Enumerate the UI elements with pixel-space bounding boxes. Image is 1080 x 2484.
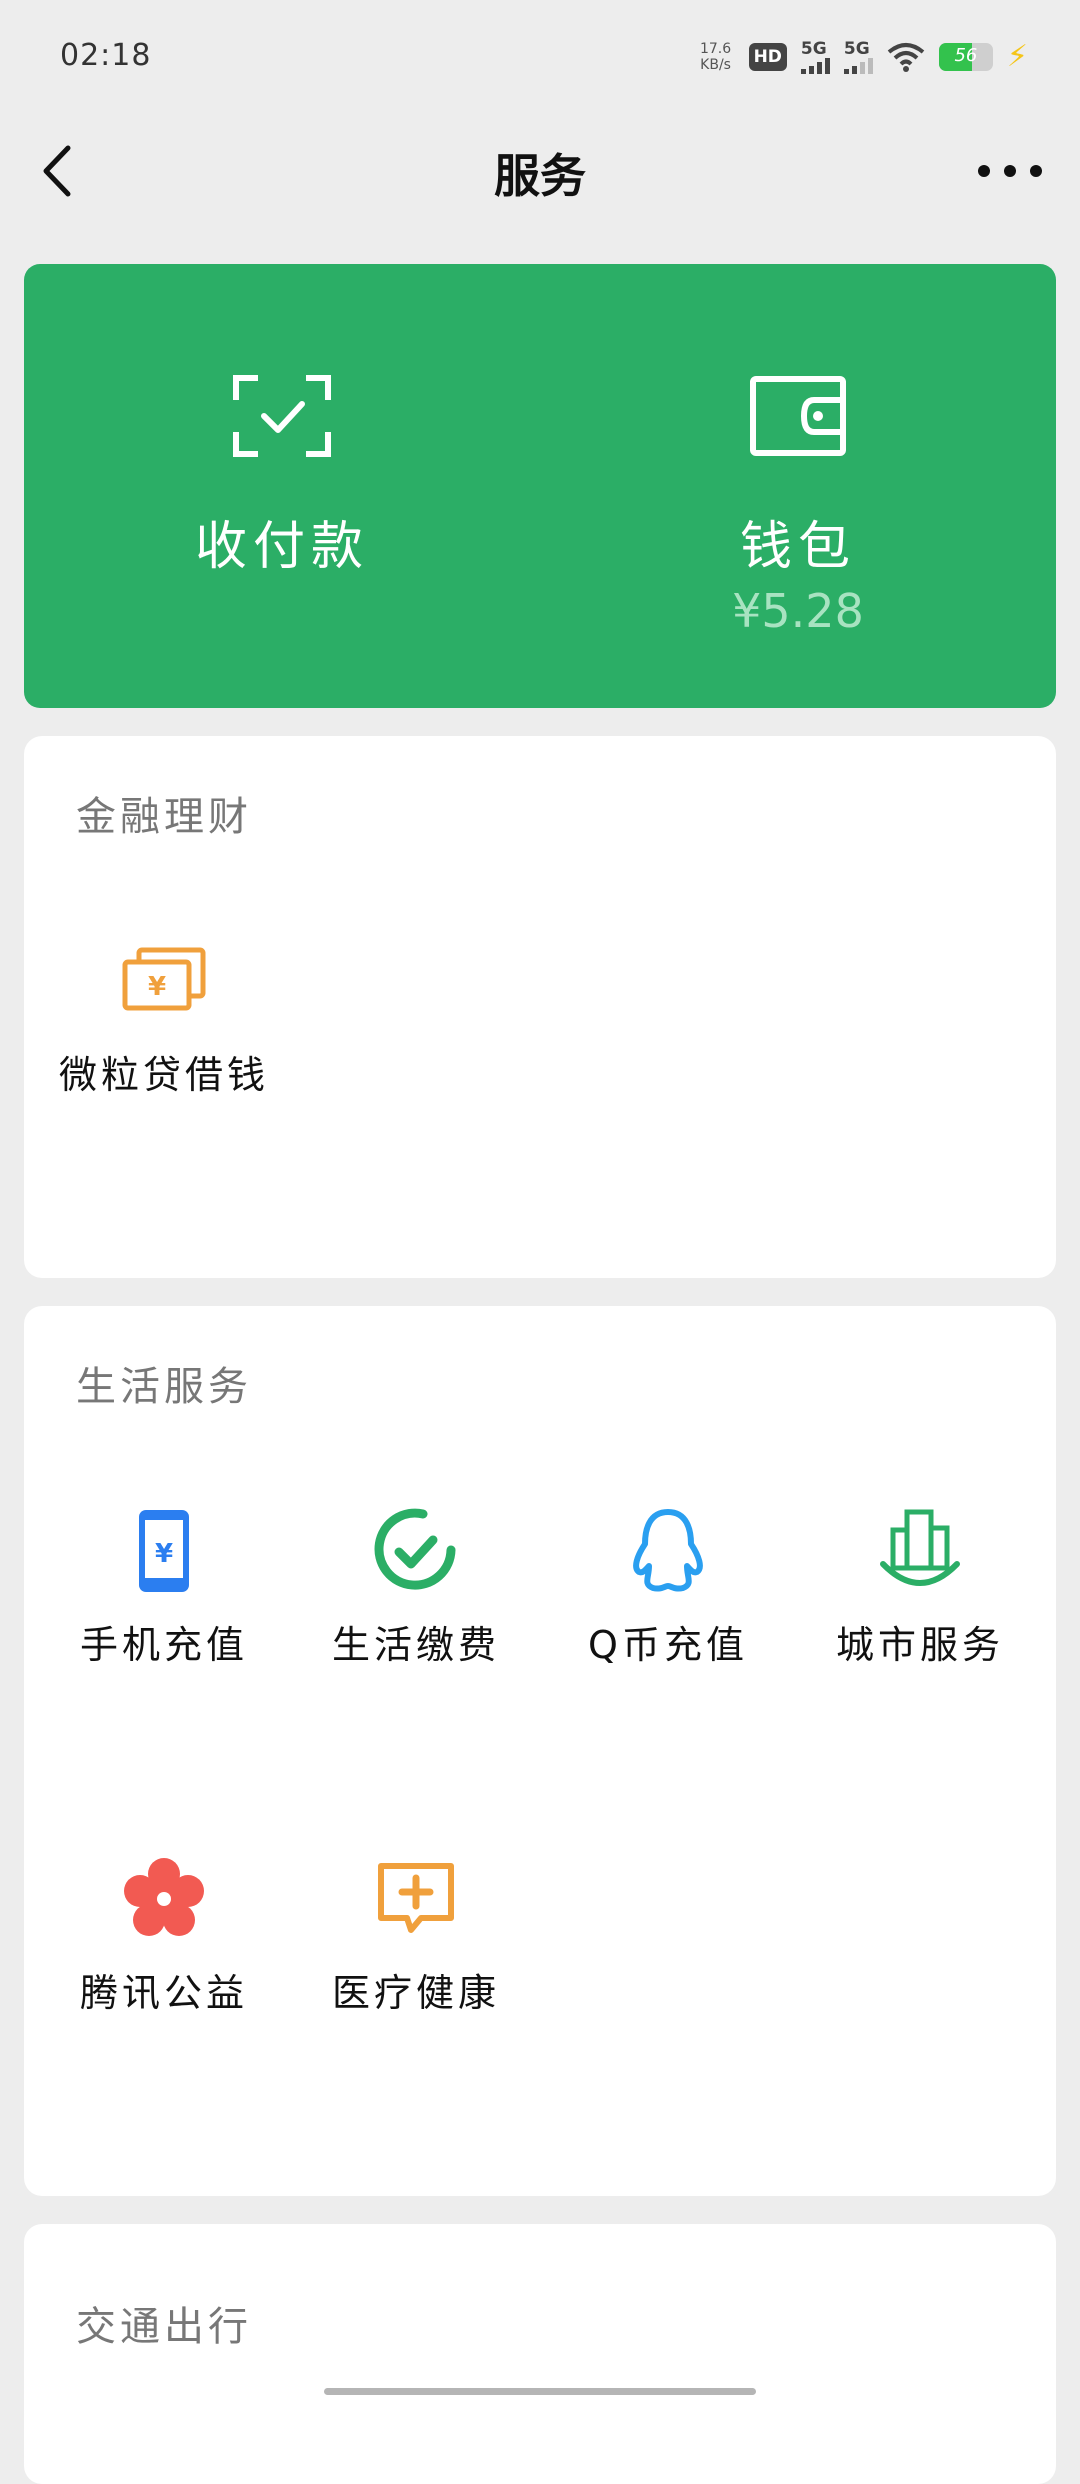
sim2-signal-icon: 5G: [843, 40, 873, 74]
status-time: 02:18: [60, 38, 152, 73]
utility-bills-item[interactable]: 生活缴费: [296, 1506, 536, 1668]
pay-receive-button[interactable]: 收付款: [24, 264, 540, 708]
charging-bolt-icon: ⚡: [1006, 39, 1028, 74]
wallet-label: 钱包: [739, 517, 856, 577]
city-icon: [880, 1509, 960, 1586]
life-services-section: 生活服务 ¥ 手机充值 生活缴费 Q币充值 城市服务 腾讯公益 医疗健康: [24, 1306, 1056, 2196]
payment-wallet-card: 收付款 钱包 ¥5.28: [24, 264, 1056, 708]
city-services-label: 城市服务: [835, 1623, 1004, 1667]
scan-check-icon: [233, 375, 331, 457]
qcoin-topup-label: Q币充值: [588, 1623, 748, 1667]
city-services-item[interactable]: 城市服务: [800, 1506, 1040, 1668]
finance-section: 金融理财 ¥ 微粒贷借钱: [24, 736, 1056, 1278]
network-speed: 17.6 KB/s: [699, 41, 732, 73]
home-indicator[interactable]: [324, 2388, 756, 2395]
page-title: 服务: [494, 149, 586, 203]
status-bar: 02:18 17.6 KB/s HD 5G 5G 56 ⚡: [0, 0, 1080, 110]
transport-section: 交通出行: [24, 2224, 1056, 2484]
medical-chat-icon: [378, 1863, 454, 1933]
weilidai-loan-item[interactable]: ¥ 微粒贷借钱: [44, 936, 284, 1098]
more-horizontal-icon[interactable]: [970, 136, 1050, 206]
battery-icon: 56: [938, 43, 993, 71]
flower-icon: [124, 1858, 204, 1936]
medical-health-label: 医疗健康: [331, 1971, 500, 2015]
medical-health-item[interactable]: 医疗健康: [296, 1854, 536, 2016]
wallet-balance: ¥5.28: [732, 584, 864, 638]
mobile-topup-label: 手机充值: [79, 1623, 248, 1667]
qcoin-topup-item[interactable]: Q币充值: [548, 1506, 788, 1668]
transport-section-title: 交通出行: [76, 2304, 252, 2350]
utility-bills-label: 生活缴费: [331, 1623, 500, 1667]
wallet-icon: [750, 376, 846, 456]
sim1-signal-icon: 5G: [800, 40, 830, 74]
penguin-icon: [633, 1509, 703, 1592]
yuan-cards-icon: ¥: [122, 947, 206, 1011]
tencent-charity-label: 腾讯公益: [79, 1971, 248, 2015]
wifi-icon: [887, 43, 925, 72]
hd-voice-icon: HD: [748, 43, 787, 71]
mobile-topup-item[interactable]: ¥ 手机充值: [44, 1506, 284, 1668]
tencent-charity-item[interactable]: 腾讯公益: [44, 1854, 284, 2016]
status-icons: 17.6 KB/s HD 5G 5G 56 ⚡: [697, 36, 1028, 78]
pay-receive-label: 收付款: [194, 517, 369, 577]
life-services-title: 生活服务: [76, 1364, 252, 1410]
finance-section-title: 金融理财: [76, 794, 252, 840]
weilidai-loan-label: 微粒贷借钱: [58, 1053, 269, 1097]
check-circle-icon: [374, 1508, 456, 1590]
svg-text:¥: ¥: [155, 1539, 173, 1569]
phone-yuan-icon: ¥: [139, 1510, 189, 1592]
nav-bar: 服务: [0, 110, 1080, 230]
wallet-button[interactable]: 钱包 ¥5.28: [540, 264, 1056, 708]
svg-text:¥: ¥: [148, 972, 166, 1002]
